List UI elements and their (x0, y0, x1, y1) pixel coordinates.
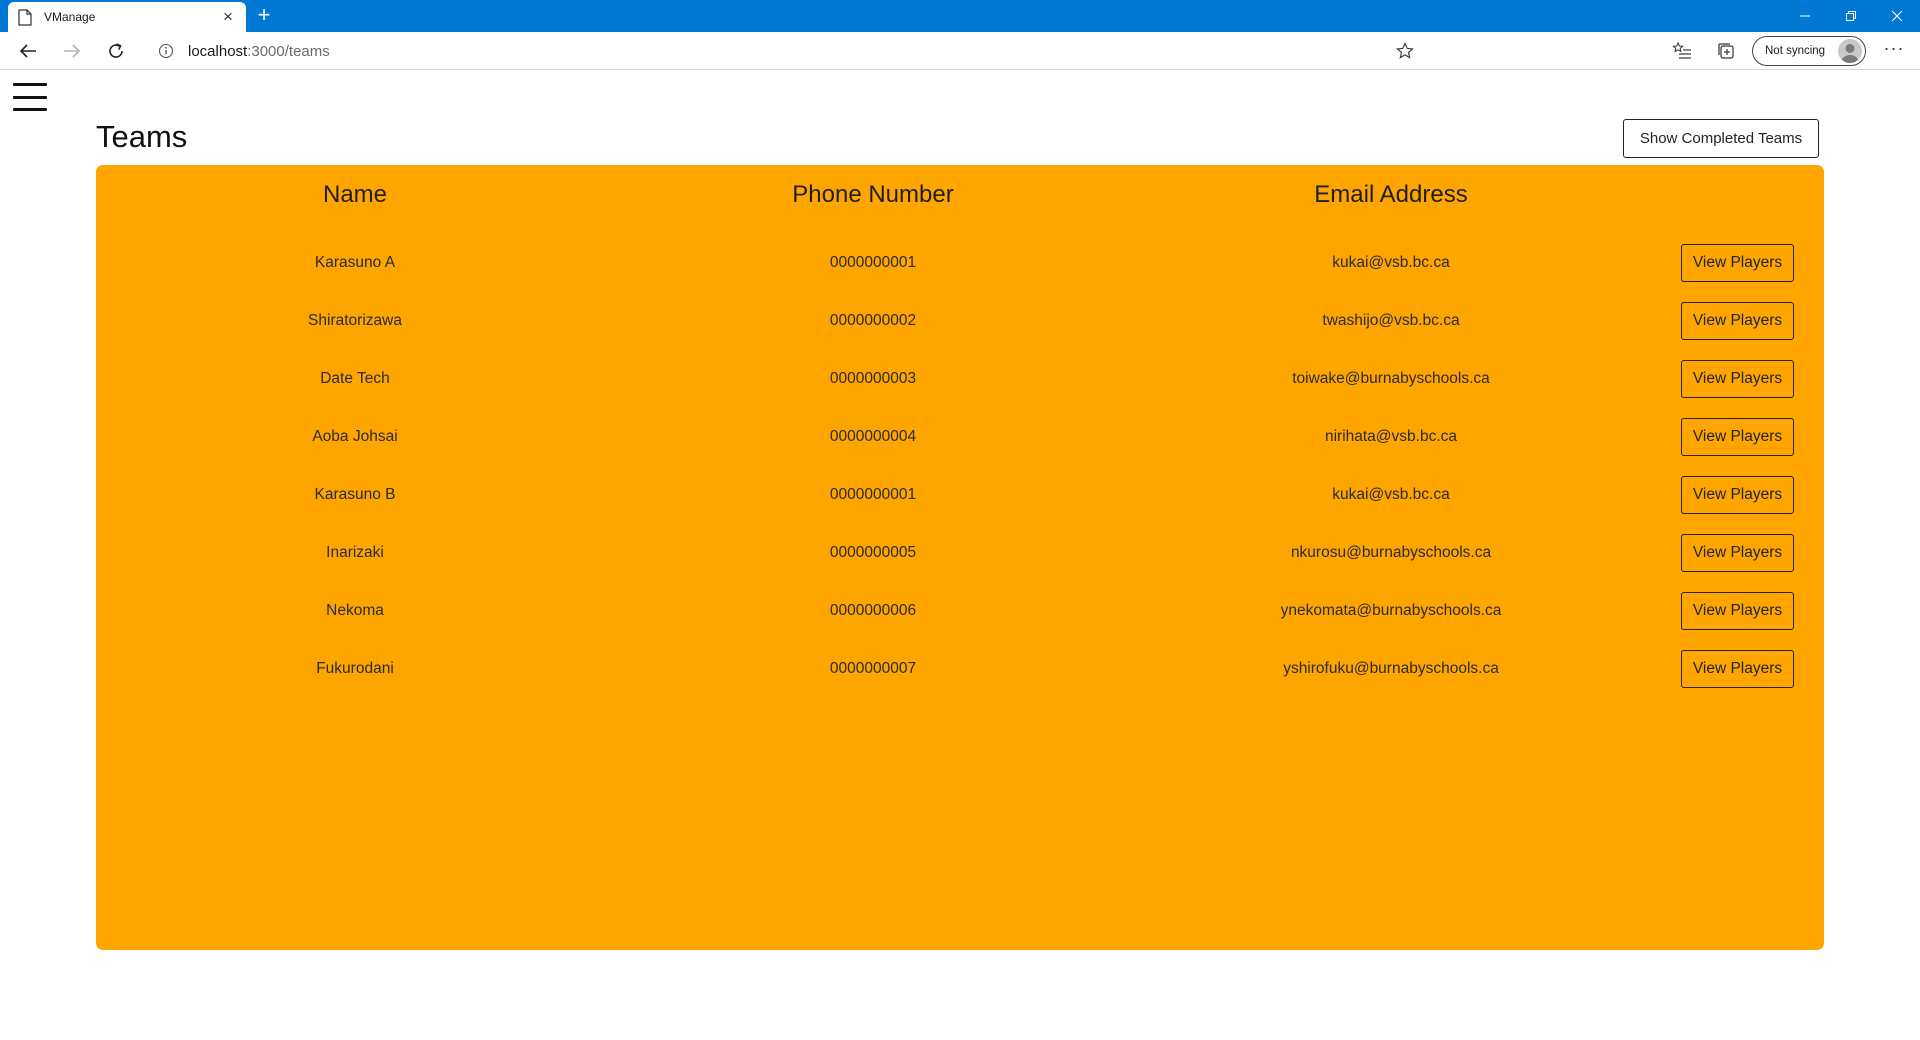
forward-arrow-icon[interactable] (58, 37, 86, 65)
view-players-button[interactable]: View Players (1681, 476, 1794, 514)
team-name: Date Tech (320, 370, 390, 387)
avatar (1838, 39, 1862, 63)
view-players-button[interactable]: View Players (1681, 244, 1794, 282)
browser-tab[interactable]: VManage × (8, 2, 246, 32)
show-completed-teams-button[interactable]: Show Completed Teams (1623, 119, 1819, 158)
team-name: Inarizaki (326, 544, 384, 561)
team-phone: 0000000001 (829, 254, 917, 271)
page-icon (18, 8, 32, 26)
table-row: Aoba Johsai 0000000004 nirihata@vsb.bc.c… (96, 417, 1824, 457)
table-row: Nekoma 0000000006 ynekomata@burnabyschoo… (96, 591, 1824, 631)
page-content: Teams Show Completed Teams Name Phone Nu… (0, 71, 1920, 1040)
team-email: yshirofuku@burnabyschools.ca (1283, 660, 1499, 677)
header-email-address: Email Address (1314, 181, 1468, 208)
team-name: Aoba Johsai (312, 428, 398, 445)
team-name: Shiratorizawa (308, 312, 402, 329)
page-title: Teams (96, 119, 188, 154)
favorites-list-icon[interactable] (1672, 41, 1692, 61)
window-controls (1782, 0, 1920, 32)
url-path: :3000/teams (247, 42, 330, 60)
team-email: ynekomata@burnabyschools.ca (1280, 602, 1502, 619)
team-phone: 0000000005 (829, 544, 917, 561)
team-email: toiwake@burnabyschools.ca (1292, 370, 1490, 387)
team-name: Karasuno B (314, 486, 396, 503)
view-players-button[interactable]: View Players (1681, 360, 1794, 398)
view-players-button[interactable]: View Players (1681, 302, 1794, 340)
collections-icon[interactable] (1716, 41, 1736, 61)
team-phone: 0000000006 (829, 602, 917, 619)
close-window-icon[interactable] (1874, 0, 1920, 32)
team-name: Karasuno A (314, 254, 396, 271)
profile-sync-button[interactable]: Not syncing (1752, 36, 1866, 66)
header-name: Name (322, 181, 388, 208)
site-info-icon[interactable] (158, 43, 174, 59)
table-row: Fukurodani 0000000007 yshirofuku@burnaby… (96, 649, 1824, 689)
browser-titlebar: VManage × + (0, 0, 1920, 32)
team-email: nkurosu@burnabyschools.ca (1290, 544, 1492, 561)
view-players-button[interactable]: View Players (1681, 650, 1794, 688)
table-row: Date Tech 0000000003 toiwake@burnabyscho… (96, 359, 1824, 399)
table-row: Inarizaki 0000000005 nkurosu@burnabyscho… (96, 533, 1824, 573)
team-phone: 0000000002 (829, 312, 917, 329)
table-row: Karasuno A 0000000001 kukai@vsb.bc.ca Vi… (96, 243, 1824, 283)
team-phone: 0000000004 (829, 428, 917, 445)
view-players-button[interactable]: View Players (1681, 534, 1794, 572)
address-bar[interactable]: localhost:3000/teams (144, 36, 1414, 66)
header-phone-number: Phone Number (792, 181, 954, 208)
table-row: Karasuno B 0000000001 kukai@vsb.bc.ca Vi… (96, 475, 1824, 515)
team-email: twashijo@vsb.bc.ca (1322, 312, 1460, 329)
more-options-icon[interactable]: ··· (1880, 38, 1908, 64)
tab-close-icon[interactable]: × (220, 8, 236, 25)
team-email: kukai@vsb.bc.ca (1332, 254, 1450, 271)
browser-toolbar: localhost:3000/teams Not syncing ··· (0, 32, 1920, 70)
tab-title: VManage (44, 10, 96, 24)
favorite-star-icon[interactable] (1396, 42, 1414, 60)
url-host: localhost (188, 42, 248, 60)
view-players-button[interactable]: View Players (1681, 418, 1794, 456)
minimize-icon[interactable] (1782, 0, 1828, 32)
refresh-icon[interactable] (102, 37, 130, 65)
teams-table: Name Phone Number Email Address Karasuno… (96, 165, 1824, 950)
team-email: nirihata@vsb.bc.ca (1324, 428, 1458, 445)
team-email: kukai@vsb.bc.ca (1332, 486, 1450, 503)
team-name: Fukurodani (316, 660, 394, 677)
table-row: Shiratorizawa 0000000002 twashijo@vsb.bc… (96, 301, 1824, 341)
restore-icon[interactable] (1828, 0, 1874, 32)
team-name: Nekoma (326, 602, 384, 619)
hamburger-menu-icon[interactable] (13, 83, 47, 111)
team-phone: 0000000003 (829, 370, 917, 387)
team-phone: 0000000007 (829, 660, 917, 677)
new-tab-icon[interactable]: + (252, 4, 276, 28)
back-arrow-icon[interactable] (14, 37, 42, 65)
team-phone: 0000000001 (829, 486, 917, 503)
view-players-button[interactable]: View Players (1681, 592, 1794, 630)
sync-status-label: Not syncing (1765, 45, 1826, 57)
